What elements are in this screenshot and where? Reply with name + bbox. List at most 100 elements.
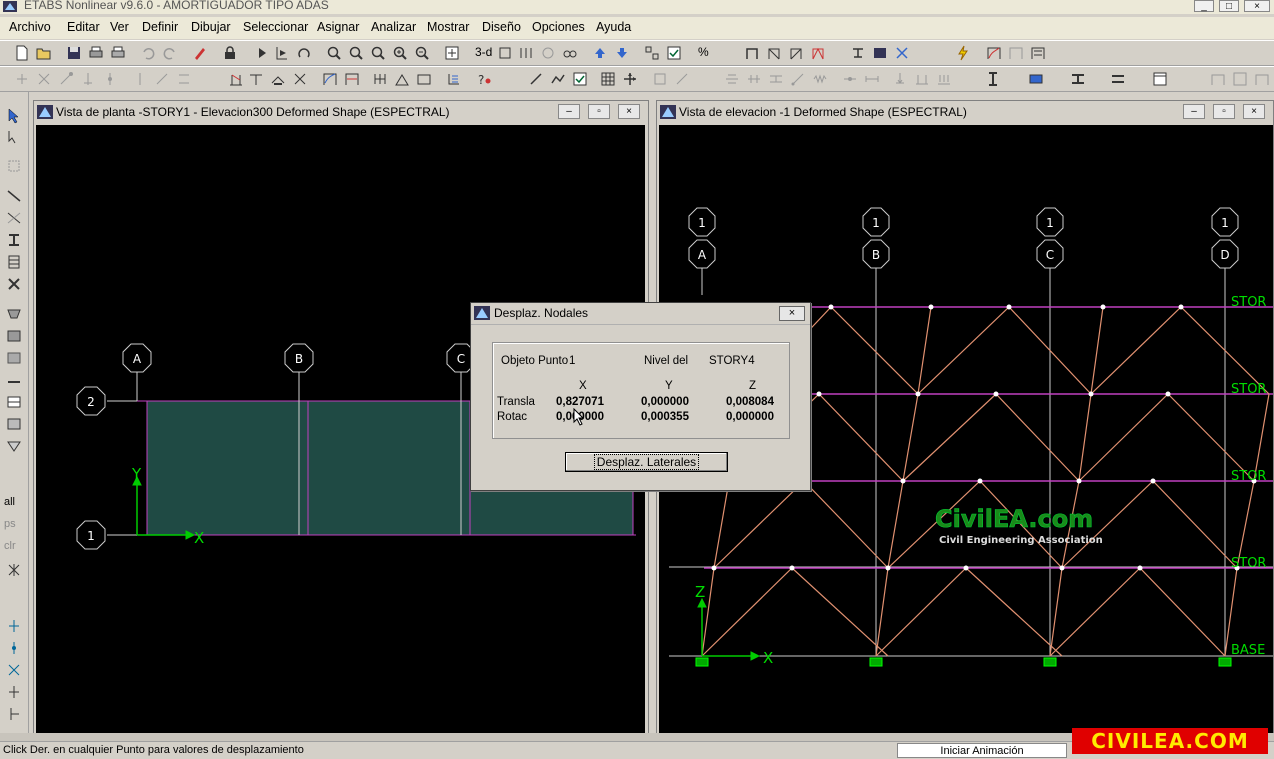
intersect-line-icon[interactable] (6, 562, 22, 578)
draw-quad-area-icon[interactable] (6, 350, 22, 366)
wall-section-icon[interactable] (1110, 71, 1126, 87)
draw-beam-icon[interactable] (766, 45, 782, 61)
design-frame-icon[interactable] (1254, 71, 1270, 87)
assign-hinge-icon[interactable] (842, 71, 858, 87)
show-mode-shape-icon[interactable] (344, 71, 360, 87)
set-display-icon[interactable] (666, 45, 682, 61)
menu-ver[interactable]: Ver (110, 20, 129, 34)
elev-minimize-button[interactable]: ‒ (1183, 104, 1205, 119)
object-shrink-icon[interactable] (644, 45, 660, 61)
draw-check-icon[interactable] (572, 71, 588, 87)
open-folder-icon[interactable] (36, 45, 52, 61)
zoom-full-icon[interactable] (348, 45, 364, 61)
elev-close-button[interactable]: × (1243, 104, 1265, 119)
menu-diseno[interactable]: Diseño (482, 20, 521, 34)
maximize-button[interactable]: □ (1219, 0, 1239, 12)
draw-opening-icon[interactable] (6, 416, 22, 432)
new-file-icon[interactable] (14, 45, 30, 61)
select-pointer-icon[interactable] (14, 71, 30, 87)
draw-polyline-icon[interactable] (550, 71, 566, 87)
show-tables-icon[interactable] (446, 71, 462, 87)
lock-icon[interactable] (222, 45, 238, 61)
snap-lines-icon[interactable] (176, 71, 192, 87)
grid-toggle-icon[interactable] (600, 71, 616, 87)
draw-wall-icon[interactable] (6, 254, 22, 270)
save-icon[interactable] (66, 45, 82, 61)
reshape-icon[interactable] (6, 130, 22, 146)
snap-intersect-left-icon[interactable] (6, 662, 22, 678)
snap-end-icon[interactable] (58, 71, 74, 87)
show-deformed-icon[interactable] (986, 45, 1002, 61)
draw-dash-icon[interactable] (6, 374, 22, 390)
clear-selection-button[interactable]: clr (4, 540, 16, 552)
assign-offset-icon[interactable] (864, 71, 880, 87)
show-deformation-icon[interactable] (322, 71, 338, 87)
menu-definir[interactable]: Definir (142, 20, 178, 34)
run-analysis-icon[interactable] (254, 45, 270, 61)
menu-mostrar[interactable]: Mostrar (427, 20, 469, 34)
snap-midpoint-icon[interactable] (132, 71, 148, 87)
draw-chevron-brace-icon[interactable] (810, 45, 826, 61)
menu-archivo[interactable]: Archivo (9, 20, 51, 34)
menu-asignar[interactable]: Asignar (317, 20, 359, 34)
snap-grid-icon[interactable] (154, 71, 170, 87)
assign-area-load-icon[interactable] (936, 71, 952, 87)
show-frame-loads-icon[interactable] (248, 71, 264, 87)
show-member-forces-icon[interactable] (372, 71, 388, 87)
draw-frame-icon[interactable] (744, 45, 760, 61)
start-animation-button[interactable]: Iniciar Animación (897, 743, 1067, 758)
assign-section-icon[interactable] (872, 45, 888, 61)
zoom-previous-icon[interactable] (370, 45, 386, 61)
menu-opciones[interactable]: Opciones (532, 20, 585, 34)
plan-close-button[interactable]: × (618, 104, 640, 119)
view-3d-button[interactable]: 3-d (475, 45, 492, 59)
close-button[interactable]: × (1244, 0, 1270, 12)
beam-section-icon[interactable] (1070, 71, 1086, 87)
pencil-icon[interactable] (192, 45, 208, 61)
move-down-icon[interactable] (614, 45, 630, 61)
redo-icon[interactable] (162, 45, 178, 61)
snap-perpendicular-icon[interactable] (80, 71, 96, 87)
show-forces-icon[interactable] (1008, 45, 1024, 61)
draw-line-icon[interactable] (528, 71, 544, 87)
draw-rect-area-icon[interactable] (6, 328, 22, 344)
elevation-view-icon[interactable] (518, 45, 534, 61)
axes-toggle-icon[interactable] (622, 71, 638, 87)
show-joint-loads-icon[interactable] (292, 71, 308, 87)
menu-editar[interactable]: Editar (67, 20, 100, 34)
assign-restraint-icon[interactable] (850, 45, 866, 61)
draw-dimension-icon[interactable] (6, 438, 22, 454)
assign-load-icon[interactable] (892, 71, 908, 87)
percent-button[interactable]: % (698, 45, 709, 59)
snap-point-icon[interactable] (102, 71, 118, 87)
plan-view-icon[interactable] (497, 45, 513, 61)
menu-dibujar[interactable]: Dibujar (191, 20, 231, 34)
plan-maximize-button[interactable]: ▫ (588, 104, 610, 119)
elev-maximize-button[interactable]: ▫ (1213, 104, 1235, 119)
snap-mid-left-icon[interactable] (6, 684, 22, 700)
select-all-button[interactable]: all (4, 496, 15, 508)
assign-spring-icon[interactable] (812, 71, 828, 87)
select-arrow-icon[interactable] (6, 108, 22, 124)
move-up-icon[interactable] (592, 45, 608, 61)
print-preview-icon[interactable] (110, 45, 126, 61)
design-check-icon[interactable] (1232, 71, 1248, 87)
snap-end-left-icon[interactable] (6, 640, 22, 656)
draw-point-icon[interactable] (6, 158, 22, 174)
minimize-button[interactable]: _ (1194, 0, 1214, 12)
assign-diaphragm-icon[interactable] (724, 71, 740, 87)
show-shell-forces-icon[interactable] (394, 71, 410, 87)
show-loads-icon[interactable] (228, 71, 244, 87)
assign-link-icon[interactable] (790, 71, 806, 87)
draw-wall-panel-icon[interactable] (6, 394, 22, 410)
snap-perp-left-icon[interactable] (6, 618, 22, 634)
draw-brace-icon[interactable] (788, 45, 804, 61)
perspective-icon[interactable] (562, 45, 578, 61)
rotate-3d-icon[interactable] (540, 45, 556, 61)
run-lightning-icon[interactable] (955, 45, 971, 61)
slab-section-icon[interactable] (1028, 71, 1044, 87)
define-load-case-icon[interactable] (1152, 71, 1168, 87)
menu-ayuda[interactable]: Ayuda (596, 20, 631, 34)
show-shell-stress-icon[interactable] (416, 71, 432, 87)
snap-line-left-icon[interactable] (6, 706, 22, 722)
